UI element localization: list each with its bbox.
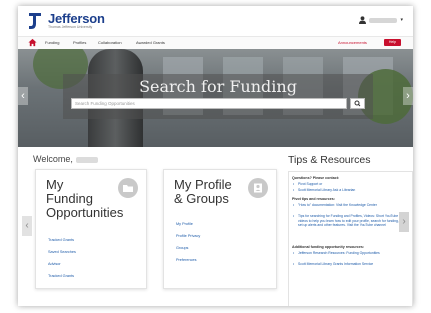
funding-title-line: Funding [46,191,93,206]
search-button[interactable] [350,98,365,109]
hero-banner: Search for Funding Search Funding Opport… [18,49,413,147]
profile-privacy-link[interactable]: Profile Privacy [176,234,200,238]
tip-link-text: Pivot Support or [298,182,323,186]
chevron-down-icon: ▾ [400,17,403,23]
tip-section-heading: Pivot tips and resources: [292,197,335,201]
browser-window: Jefferson Thomas Jefferson University ▾ … [18,6,413,306]
profile-title-line: & Groups [174,191,229,206]
brand-subtitle: Thomas Jefferson University [48,25,93,29]
search-panel: Search for Funding Search Funding Opport… [63,74,373,119]
tip-link-text: Tips for searching for Funding and Profi… [298,214,399,228]
hero-title: Search for Funding [139,77,297,96]
user-menu[interactable]: ▾ [359,16,403,24]
home-icon[interactable] [28,38,37,47]
welcome-label: Welcome, [33,154,73,164]
bullet-icon: • [293,262,295,266]
funding-card-title[interactable]: My Funding Opportunities [46,178,123,220]
saved-searches-link[interactable]: Saved Searches [48,250,76,254]
tip-link[interactable]: • Pivot Support or [293,182,403,187]
tips-panel: Tips & Resources Questions? Please conta… [286,149,413,306]
profile-card: My Profile & Groups My Profile Profile P… [163,169,277,289]
funding-card: My Funding Opportunities Tracked Grants … [35,169,147,289]
bullet-icon: • [293,203,295,207]
my-profile-link[interactable]: My Profile [176,222,193,226]
profile-title-line: My Profile [174,177,232,192]
welcome-text: Welcome, [33,154,98,164]
tips-title: Tips & Resources [288,154,371,166]
bullet-icon: • [293,251,295,255]
profile-glyph [254,183,262,193]
tip-link-text: Jefferson Research Resources: Funding Op… [298,251,380,255]
tip-link-text: Scott Memorial Library Ask a Librarian [298,188,356,192]
welcome-user-name [75,156,98,163]
nav-item-awarded-grants[interactable]: Awarded Grants [136,40,165,45]
profile-card-title[interactable]: My Profile & Groups [174,178,232,206]
preferences-link[interactable]: Preferences [176,258,196,262]
nav-item-collaboration[interactable]: Collaboration [98,40,122,45]
tips-content: Questions? Please contact: • Pivot Suppor… [288,171,413,306]
cards-prev-button[interactable]: ‹ [22,216,32,236]
user-name [369,17,398,23]
site-header: Jefferson Thomas Jefferson University ▾ [18,6,413,36]
tip-link[interactable]: • Jefferson Research Resources: Funding O… [293,251,403,256]
profile-icon [248,178,268,198]
funding-title-line: My [46,177,64,192]
nav-item-funding[interactable]: Funding [45,40,59,45]
main-nav: Funding Profiles Collaboration Awarded G… [18,36,413,50]
tracked-grants-link-2[interactable]: Tracked Grants [48,274,74,278]
folder-icon [118,178,138,198]
bullet-icon: • [293,182,295,186]
tip-link-text: "How to" documentation: Visit the Knowle… [298,203,377,207]
hero-next-button[interactable]: › [403,87,413,105]
tip-link-text: Scott Memorial Library Grants Informatio… [298,262,374,266]
announcements-link[interactable]: Announcements [338,40,367,45]
tip-link[interactable]: • Scott Memorial Library Grants Informati… [293,262,403,267]
groups-link[interactable]: Groups [176,246,188,250]
folder-glyph [123,185,133,192]
advisor-link[interactable]: Advisor [48,262,61,266]
brand-name[interactable]: Jefferson [48,11,105,26]
tip-section-heading: Additional funding opportunity resources… [292,245,365,249]
tip-link[interactable]: • "How to" documentation: Visit the Knowl… [293,203,403,208]
tips-next-button[interactable]: › [399,212,409,232]
tracked-grants-link[interactable]: Tracked Grants [48,238,74,242]
help-button[interactable]: Help [384,39,401,46]
user-icon [359,16,367,24]
bullet-icon: • [293,188,295,192]
search-icon [354,100,361,107]
hero-prev-button[interactable]: ‹ [18,87,28,105]
tip-link[interactable]: • Tips for searching for Funding and Prof… [293,214,403,228]
funding-title-line: Opportunities [46,205,124,220]
tip-link[interactable]: • Scott Memorial Library Ask a Librarian [293,188,403,193]
bullet-icon: • [293,214,295,218]
nav-item-profiles[interactable]: Profiles [73,40,86,45]
tip-section-heading: Questions? Please contact: [292,176,340,180]
search-input[interactable]: Search Funding Opportunities [71,98,347,109]
jefferson-logo-icon[interactable] [27,12,43,30]
